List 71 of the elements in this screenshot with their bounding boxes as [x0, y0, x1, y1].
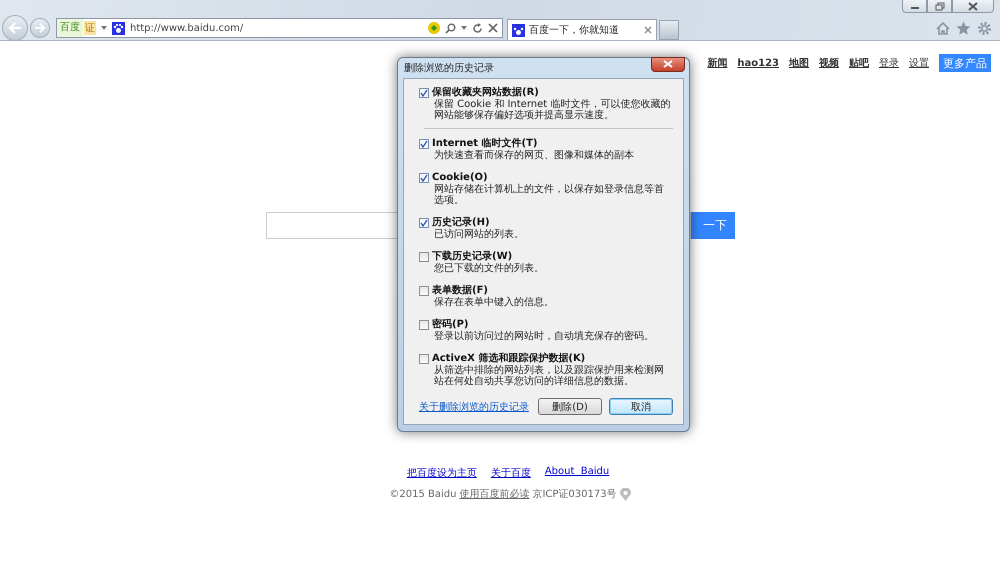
option-label: 保留收藏夹网站数据(R): [432, 87, 540, 98]
stop-icon[interactable]: [488, 23, 498, 33]
tab-title: 百度一下，你就知道: [529, 24, 620, 37]
checkbox[interactable]: [419, 354, 429, 364]
nav-link[interactable]: 视频: [819, 56, 839, 70]
dropdown-icon[interactable]: [101, 26, 107, 30]
forward-arrow-icon: [34, 23, 46, 33]
option-description: 从筛选中排除的网站列表，以及跟踪保护用来检测网站在何处自动共享您访问的详细信息的数据。: [433, 365, 665, 387]
nav-link[interactable]: 设置: [909, 56, 929, 70]
search-icon[interactable]: [445, 22, 456, 34]
option-label: Cookie(O): [432, 172, 489, 184]
url-text: http://www.baidu.com/: [130, 22, 244, 34]
forward-button[interactable]: [30, 18, 50, 38]
option-description: 网站存储在计算机上的文件，以保存如登录信息等首选项。: [433, 184, 665, 206]
close-button[interactable]: [952, 0, 994, 13]
home-icon[interactable]: [936, 22, 950, 34]
back-button[interactable]: [2, 15, 28, 41]
icp-text: 京ICP证030173号: [532, 488, 617, 501]
paw-icon: [512, 24, 525, 36]
checkbox[interactable]: [419, 88, 429, 98]
checkbox[interactable]: [419, 218, 429, 228]
option-label: Internet 临时文件(T): [432, 138, 538, 150]
dropdown-icon[interactable]: [461, 26, 467, 30]
star-icon[interactable]: [956, 21, 971, 35]
checkbox[interactable]: [419, 320, 429, 330]
option-label: 密码(P): [432, 319, 470, 330]
footer-link[interactable]: 关于百度: [490, 466, 531, 480]
nav-link[interactable]: 地图: [789, 56, 809, 70]
site-badge: 百度: [57, 19, 83, 37]
nav-link[interactable]: 登录: [879, 56, 899, 70]
restore-button[interactable]: [927, 0, 952, 13]
close-icon: [663, 60, 673, 68]
checkbox[interactable]: [419, 139, 429, 149]
dialog-button[interactable]: 取消: [609, 398, 673, 415]
close-button[interactable]: [651, 56, 685, 72]
nav-link[interactable]: 新闻: [707, 56, 728, 70]
dialog-title: 删除浏览的历史记录: [404, 62, 494, 75]
help-link[interactable]: 关于删除浏览的历史记录: [419, 400, 531, 414]
address-bar[interactable]: 百度 证 http://www.baidu.com/: [56, 18, 503, 38]
search-button[interactable]: 一下: [691, 212, 735, 239]
footer-link[interactable]: About Baidu: [544, 466, 610, 480]
option-label: ActiveX 筛选和跟踪保护数据(K): [432, 353, 586, 364]
checkbox[interactable]: [419, 286, 429, 296]
browser-tab[interactable]: 百度一下，你就知道: [507, 19, 657, 40]
nav-link[interactable]: hao123: [737, 58, 779, 68]
option-label: 下载历史记录(W): [432, 251, 514, 262]
settings-icon[interactable]: [977, 20, 992, 36]
option-description: 您已下载的文件的列表。: [433, 263, 544, 274]
dialog-button[interactable]: 删除(D): [538, 398, 602, 415]
checkbox[interactable]: [419, 173, 429, 183]
location-pin-icon: [620, 488, 631, 500]
option-description: 已访问网站的列表。: [433, 229, 524, 240]
option-label: 历史记录(H): [432, 217, 491, 228]
option-description: 为快速查看而保存的网页、图像和媒体的副本: [433, 150, 634, 161]
copyright-text: ©2015 Baidu: [389, 488, 456, 500]
minimize-button[interactable]: [902, 0, 927, 13]
paw-icon: [112, 22, 125, 34]
terms-link[interactable]: 使用百度前必读: [459, 487, 530, 501]
nav-link[interactable]: 贴吧: [849, 56, 869, 70]
option-description: 保留 Cookie 和 Internet 临时文件，可以使您收藏的网站能够保存偏好选项并提高显示速度。: [433, 99, 672, 121]
option-description: 登录以前访问过的网站时，自动填充保存的密码。: [433, 331, 654, 342]
close-icon[interactable]: [644, 26, 652, 34]
option-label: 表单数据(F): [432, 285, 489, 296]
footer-link[interactable]: 把百度设为主页: [406, 466, 477, 480]
shield-icon[interactable]: [428, 22, 440, 34]
option-description: 保存在表单中键入的信息。: [433, 297, 554, 308]
refresh-icon[interactable]: [472, 22, 483, 34]
restore-icon: [934, 2, 944, 10]
close-icon: [968, 2, 978, 10]
back-arrow-icon: [8, 22, 22, 34]
checkbox[interactable]: [419, 252, 429, 262]
